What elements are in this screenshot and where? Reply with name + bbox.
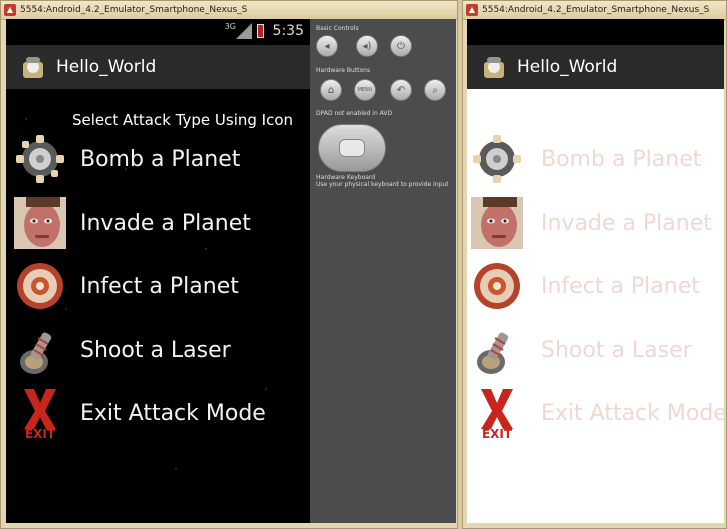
app-title: Hello_World xyxy=(517,57,618,77)
menu-item-exit[interactable]: EXIT Exit Attack Mode xyxy=(467,383,724,443)
hardware-keyboard-label: Hardware Keyboard xyxy=(316,174,376,181)
bomb-icon xyxy=(473,135,521,183)
exit-icon: EXIT xyxy=(24,389,56,439)
svg-text:EXIT: EXIT xyxy=(482,427,513,439)
menu-item-label: Bomb a Planet xyxy=(80,146,241,172)
app-title: Hello_World xyxy=(56,57,157,77)
exit-icon: EXIT xyxy=(481,389,513,439)
menu-item-label: Infect a Planet xyxy=(541,273,700,299)
attack-menu: Bomb a Planet Invade a Planet Infect a P… xyxy=(467,89,724,523)
svg-text:EXIT: EXIT xyxy=(25,427,56,439)
action-bar: Hello_World xyxy=(6,45,310,89)
dpad-control[interactable] xyxy=(318,124,386,172)
battery-icon xyxy=(257,24,264,38)
power-button[interactable]: ⏻ xyxy=(390,35,412,57)
invader-face-icon xyxy=(471,197,523,249)
menu-item-infect[interactable]: Infect a Planet xyxy=(467,256,724,316)
emulator-app-icon: ▲ xyxy=(466,4,478,16)
status-bar xyxy=(467,19,724,45)
menu-item-laser[interactable]: Shoot a Laser xyxy=(6,320,306,380)
virus-icon xyxy=(17,263,63,309)
window-title: 5554:Android_4.2_Emulator_Smartphone_Nex… xyxy=(20,5,248,15)
menu-button[interactable]: MENU xyxy=(354,79,376,101)
dpad-status-label: DPAD not enabled in AVD xyxy=(316,110,393,117)
home-button[interactable]: ⌂ xyxy=(320,79,342,101)
emulator-window-right: ▲ 5554:Android_4.2_Emulator_Smartphone_N… xyxy=(462,0,727,529)
emulator-controls-panel: Basic Controls ◂ ◂) ⏻ Hardware Buttons ⌂… xyxy=(310,19,456,523)
window-title: 5554:Android_4.2_Emulator_Smartphone_Nex… xyxy=(482,5,710,15)
volume-down-button[interactable]: ◂ xyxy=(316,35,338,57)
menu-item-invade[interactable]: Invade a Planet xyxy=(6,193,306,253)
window-titlebar[interactable]: ▲ 5554:Android_4.2_Emulator_Smartphone_N… xyxy=(1,1,457,20)
status-bar: 3G 5:35 xyxy=(6,19,310,45)
emulator-window-left: ▲ 5554:Android_4.2_Emulator_Smartphone_N… xyxy=(0,0,458,529)
invader-face-icon xyxy=(14,197,66,249)
menu-item-invade[interactable]: Invade a Planet xyxy=(467,193,724,253)
menu-item-label: Exit Attack Mode xyxy=(541,400,724,426)
menu-item-infect[interactable]: Infect a Planet xyxy=(6,256,306,316)
menu-item-bomb[interactable]: Bomb a Planet xyxy=(6,129,306,189)
menu-item-label: Invade a Planet xyxy=(80,210,251,236)
action-bar: Hello_World xyxy=(467,45,724,89)
hardware-keyboard-hint: Use your physical keyboard to provide in… xyxy=(316,181,449,188)
back-button[interactable]: ↶ xyxy=(390,79,412,101)
status-clock: 5:35 xyxy=(272,23,304,39)
android-app-icon[interactable] xyxy=(20,54,46,80)
menu-item-label: Exit Attack Mode xyxy=(80,400,266,426)
android-app-icon[interactable] xyxy=(481,54,507,80)
volume-up-button[interactable]: ◂) xyxy=(356,35,378,57)
menu-item-label: Bomb a Planet xyxy=(541,146,702,172)
dpad-center-button[interactable] xyxy=(339,139,365,157)
laser-icon xyxy=(20,332,52,374)
menu-item-label: Infect a Planet xyxy=(80,273,239,299)
window-titlebar[interactable]: ▲ 5554:Android_4.2_Emulator_Smartphone_N… xyxy=(463,1,726,20)
attack-menu: Select Attack Type Using Icon Bomb a Pla… xyxy=(6,89,310,523)
search-button[interactable]: ⌕ xyxy=(424,79,446,101)
bomb-icon xyxy=(16,135,64,183)
laser-icon xyxy=(477,332,509,374)
menu-item-label: Shoot a Laser xyxy=(541,337,692,363)
menu-item-exit[interactable]: EXIT Exit Attack Mode xyxy=(6,383,306,443)
menu-heading: Select Attack Type Using Icon xyxy=(72,111,294,129)
hardware-buttons-label: Hardware Buttons xyxy=(316,67,371,74)
device-screen: 3G 5:35 Hello_World Select Attack Type U… xyxy=(6,19,310,523)
menu-item-laser[interactable]: Shoot a Laser xyxy=(467,320,724,380)
emulator-app-icon: ▲ xyxy=(4,4,16,16)
menu-item-label: Shoot a Laser xyxy=(80,337,231,363)
virus-icon xyxy=(474,263,520,309)
signal-icon xyxy=(236,23,252,39)
menu-item-label: Invade a Planet xyxy=(541,210,712,236)
basic-controls-label: Basic Controls xyxy=(316,25,359,32)
device-screen: Hello_World Bomb a Planet Invade a Plane… xyxy=(467,19,724,523)
menu-item-bomb[interactable]: Bomb a Planet xyxy=(467,129,724,189)
network-type: 3G xyxy=(224,22,236,31)
